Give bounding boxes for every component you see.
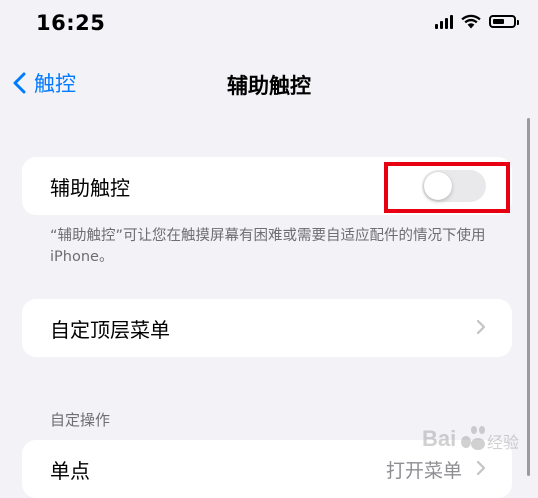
status-bar: 16:25	[0, 0, 538, 50]
page-title: 辅助触控	[227, 74, 311, 98]
status-time: 16:25	[36, 11, 106, 35]
assistivetouch-footer: “辅助触控”可让您在触摸屏幕有困难或需要自适应配件的情况下使用 iPhone。	[50, 228, 486, 265]
battery-icon	[489, 15, 519, 28]
baidu-jingyan-watermark: Bai 经验	[422, 426, 519, 452]
customize-top-menu-row[interactable]: 自定顶层菜单	[22, 299, 512, 357]
menu-group: 自定顶层菜单	[22, 299, 512, 357]
status-icons	[435, 14, 519, 29]
svg-text:经验: 经验	[487, 433, 519, 452]
highlight-annotation	[384, 162, 510, 213]
navigation-bar: 触控 辅助触控	[0, 58, 538, 108]
chevron-right-icon	[476, 460, 486, 476]
assistivetouch-label: 辅助触控	[50, 175, 130, 200]
chevron-right-icon	[476, 319, 486, 335]
wifi-icon	[461, 14, 481, 29]
scroll-indicator[interactable]	[527, 118, 530, 476]
custom-actions-header: 自定操作	[50, 411, 111, 429]
customize-top-menu-label: 自定顶层菜单	[50, 317, 170, 342]
cellular-signal-icon	[435, 14, 453, 29]
svg-text:Bai: Bai	[422, 426, 456, 451]
single-tap-label: 单点	[50, 458, 90, 483]
